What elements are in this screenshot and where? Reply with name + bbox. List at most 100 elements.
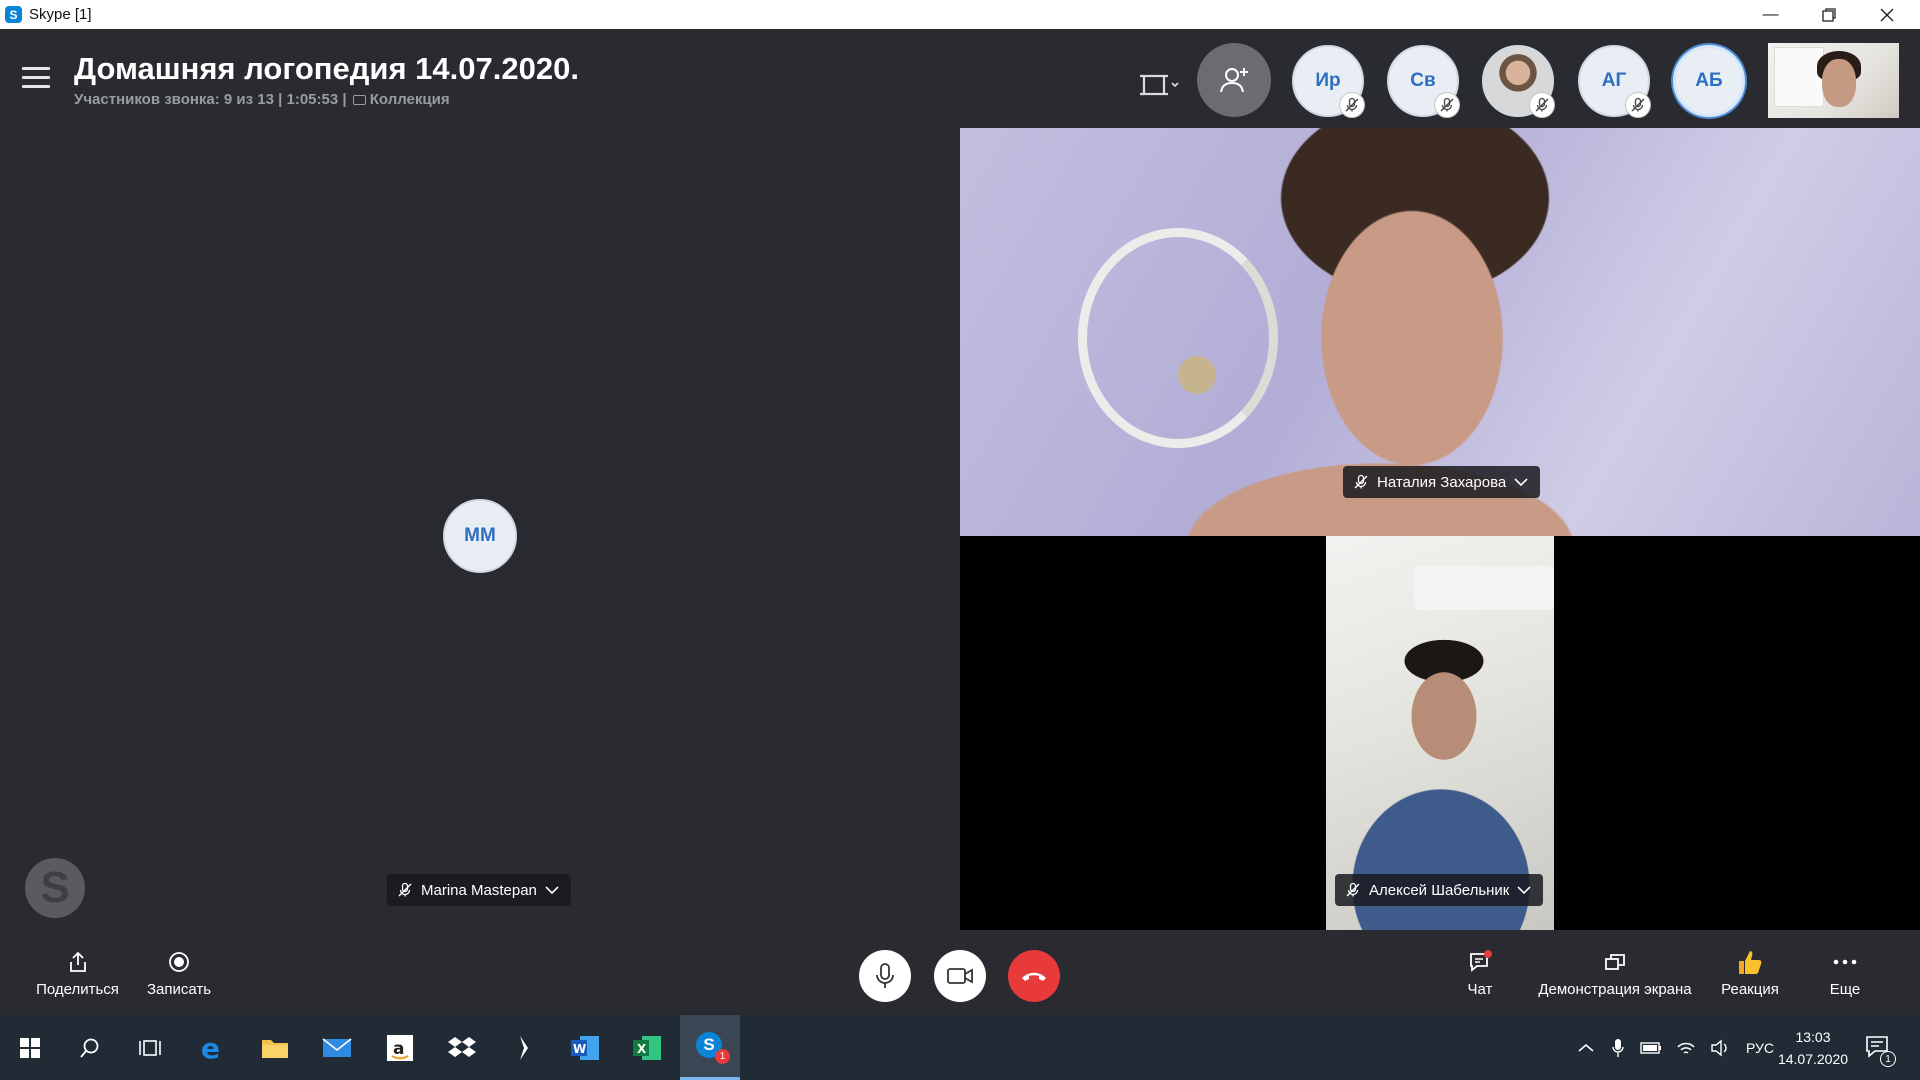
task-view-button[interactable] — [120, 1015, 180, 1080]
participant-nametag[interactable]: Наталия Захарова — [1343, 466, 1541, 498]
app-button[interactable] — [494, 1015, 554, 1080]
collection-link[interactable]: Коллекция — [370, 91, 450, 108]
record-button[interactable]: Записать — [138, 930, 220, 1015]
participant-avatar-large: ММ — [443, 499, 517, 573]
edge-button[interactable]: e — [182, 1015, 242, 1080]
dropbox-button[interactable] — [432, 1015, 492, 1080]
svg-text:a: a — [393, 1039, 404, 1059]
excel-button[interactable]: X — [617, 1015, 677, 1080]
chevron-up-icon[interactable] — [1578, 1043, 1594, 1053]
volume-icon — [1711, 1039, 1727, 1056]
hangup-icon — [1022, 972, 1046, 981]
microphone-icon — [876, 963, 894, 988]
call-title: Домашняя логопедия 14.07.2020. — [74, 51, 579, 86]
share-button[interactable]: Поделиться — [30, 930, 125, 1015]
participant-nametag[interactable]: Алексей Шабельник — [1335, 874, 1544, 906]
start-button[interactable] — [0, 1015, 60, 1080]
system-tray: РУС — [1578, 1015, 1774, 1080]
skype-icon: S 1 — [696, 1032, 730, 1064]
camera-icon — [947, 968, 973, 984]
skype-watermark-icon: S — [25, 858, 85, 918]
file-explorer-button[interactable] — [245, 1015, 305, 1080]
call-subtitle: Участников звонка: 9 из 13 | 1:05:53 | К… — [74, 91, 450, 108]
chevron-down-icon — [1514, 478, 1528, 487]
menu-icon[interactable] — [22, 67, 50, 89]
battery-icon — [1640, 1041, 1661, 1054]
participant-avatar-photo[interactable] — [1482, 45, 1555, 118]
participant-name: Алексей Шабельник — [1369, 881, 1510, 899]
call-controls-bar: Поделиться Записать Чат Демонстрация экр… — [0, 930, 1920, 1015]
mic-muted-icon — [1529, 92, 1555, 118]
record-icon — [168, 947, 190, 977]
more-icon — [1833, 947, 1857, 977]
search-icon — [80, 1038, 99, 1058]
task-view-icon — [139, 1039, 161, 1056]
screen-share-button[interactable]: Демонстрация экрана — [1535, 930, 1695, 1015]
clock-date: 14.07.2020 — [1777, 1050, 1849, 1067]
mic-muted-icon — [398, 882, 412, 897]
amazon-icon: a — [387, 1034, 413, 1061]
hangup-button[interactable] — [1008, 950, 1060, 1002]
word-icon: W — [571, 1035, 599, 1060]
close-button[interactable] — [1858, 0, 1915, 29]
svg-text:W: W — [573, 1042, 586, 1056]
window-titlebar: S Skype [1] — — [0, 0, 1920, 29]
edge-icon: e — [201, 1034, 220, 1062]
more-button[interactable]: Еще — [1810, 930, 1880, 1015]
windows-icon — [20, 1037, 40, 1058]
excel-icon: X — [633, 1035, 661, 1060]
chevron-down-icon — [545, 886, 559, 895]
mic-muted-icon — [1339, 92, 1365, 118]
window-title: Skype [1] — [29, 6, 92, 23]
dropbox-icon — [448, 1036, 476, 1057]
skype-taskbar-button[interactable]: S 1 — [680, 1015, 740, 1080]
chat-button[interactable]: Чат — [1455, 930, 1505, 1015]
add-participant-button[interactable] — [1197, 43, 1271, 117]
mic-muted-icon — [1346, 882, 1360, 897]
clock-time: 13:03 — [1795, 1028, 1831, 1045]
participant-video — [1326, 536, 1554, 930]
participant-avatar[interactable]: Ир — [1292, 45, 1365, 118]
microphone-tray-icon — [1612, 1038, 1624, 1057]
thumbs-up-icon — [1736, 947, 1764, 977]
bolt-icon — [520, 1035, 528, 1060]
call-header: Домашняя логопедия 14.07.2020. Участнико… — [0, 29, 1920, 128]
microphone-button[interactable] — [859, 950, 911, 1002]
amazon-button[interactable]: a — [370, 1015, 430, 1080]
share-icon — [68, 947, 88, 977]
notification-count: 1 — [1880, 1051, 1896, 1067]
mic-muted-icon — [1434, 92, 1460, 118]
wifi-icon — [1677, 1042, 1695, 1054]
collection-icon — [352, 95, 366, 106]
participants-count: Участников звонка: 9 из 13 | 1:05:53 | — [74, 91, 347, 108]
participant-name: Наталия Захарова — [1377, 473, 1507, 491]
participant-avatar-selected[interactable]: АБ — [1673, 45, 1745, 117]
video-tile-bottom-right — [960, 536, 1920, 930]
minimize-button[interactable]: — — [1742, 0, 1799, 29]
chevron-down-icon — [1517, 886, 1531, 895]
svg-text:X: X — [637, 1042, 647, 1056]
chat-icon — [1468, 947, 1492, 977]
svg-text:e: e — [201, 1034, 220, 1062]
participant-name: Marina Mastepan — [421, 881, 537, 899]
camera-button[interactable] — [934, 950, 986, 1002]
participant-nametag[interactable]: Marina Mastepan — [387, 874, 571, 906]
participant-avatar[interactable]: АГ — [1578, 45, 1651, 118]
folder-icon — [262, 1039, 288, 1058]
word-button[interactable]: W — [555, 1015, 615, 1080]
layout-toggle-button[interactable] — [1136, 66, 1184, 106]
mic-muted-icon — [1354, 474, 1368, 489]
notification-badge: 1 — [715, 1049, 730, 1064]
clock[interactable]: 13:03 14.07.2020 — [1768, 1015, 1858, 1080]
restore-button[interactable] — [1800, 0, 1857, 29]
mail-button[interactable] — [307, 1015, 367, 1080]
reaction-button[interactable]: Реакция — [1714, 930, 1786, 1015]
mail-icon — [322, 1037, 352, 1057]
mic-muted-icon — [1625, 92, 1651, 118]
add-person-icon — [1220, 68, 1248, 93]
skype-app-icon: S — [5, 6, 22, 23]
participant-avatar[interactable]: Св — [1387, 45, 1460, 118]
search-button[interactable] — [60, 1015, 120, 1080]
self-video-preview[interactable] — [1768, 43, 1899, 118]
action-center-button[interactable]: 1 — [1864, 1015, 1896, 1080]
